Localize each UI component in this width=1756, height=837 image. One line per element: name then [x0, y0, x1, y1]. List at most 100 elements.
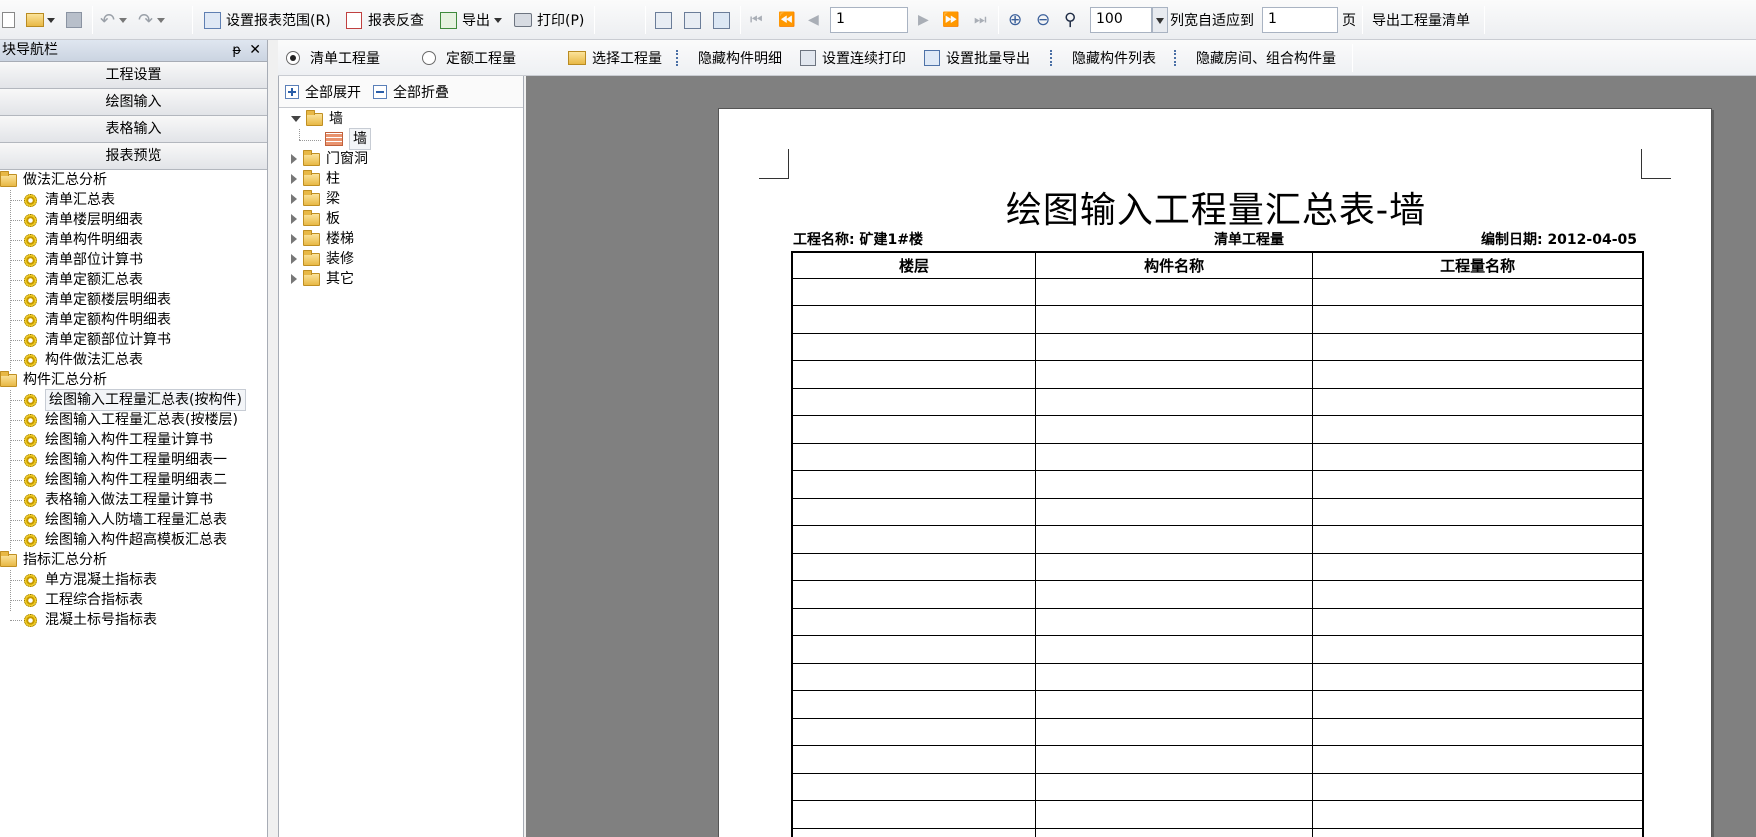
report-gear-icon [24, 313, 37, 327]
tree-node-decoration[interactable]: 装修 [291, 249, 354, 269]
radio-list-dot[interactable] [286, 51, 300, 65]
tree-group-component-summary[interactable]: 构件汇总分析 [0, 370, 107, 390]
expand-all-button[interactable]: 全部展开 [305, 82, 361, 102]
collapse-all-button[interactable]: 全部折叠 [393, 82, 449, 102]
batch-export-button[interactable]: 设置批量导出 [924, 40, 1030, 76]
table-cell [791, 552, 1036, 581]
tree-item[interactable]: 清单定额汇总表 [10, 270, 143, 290]
hide-detail-icon [676, 50, 690, 66]
expand-arrow-icon[interactable] [291, 234, 297, 244]
tree-item[interactable]: 清单定额楼层明细表 [10, 290, 171, 310]
reverse-check-button[interactable]: 报表反查 [346, 0, 424, 40]
tree-node-door-window[interactable]: 门窗洞 [291, 149, 368, 169]
prev-page-icon[interactable]: ◀ [808, 0, 819, 40]
print-button[interactable]: 打印(P) [514, 0, 584, 40]
fit-pages-input[interactable]: 1 [1262, 7, 1338, 33]
tree-node-slab[interactable]: 板 [291, 209, 340, 229]
pin-icon[interactable]: ᵽ [232, 40, 241, 61]
tree-leaf-wall[interactable]: 墙 [299, 128, 371, 150]
table-header-row: 楼层 构件名称 工程量名称 [791, 251, 1644, 279]
tree-item[interactable]: 清单部位计算书 [10, 250, 143, 270]
tree-item[interactable]: 清单构件明细表 [10, 230, 143, 250]
magnifier-icon[interactable]: ⚲ [1064, 0, 1076, 40]
expand-arrow-icon[interactable] [291, 254, 297, 264]
single-page-icon[interactable] [655, 0, 672, 40]
last-page-icon[interactable]: ⏭ [974, 0, 987, 40]
export-dropdown-icon[interactable] [494, 17, 502, 23]
tree-item[interactable]: 绘图输入构件工程量明细表二 [10, 470, 227, 490]
expand-arrow-icon[interactable] [291, 274, 297, 284]
multi-page-icon[interactable] [713, 0, 730, 40]
next-ten-page-icon[interactable]: ⏩ [942, 0, 959, 40]
reverse-check-label: 报表反查 [368, 13, 424, 29]
nav-button-drawing-input[interactable]: 绘图输入 [0, 89, 267, 116]
printer-icon [514, 13, 532, 27]
tree-node-other[interactable]: 其它 [291, 269, 354, 289]
table-cell [1312, 277, 1644, 306]
table-body [791, 277, 1644, 837]
new-icon[interactable] [2, 0, 15, 40]
next-page-icon[interactable]: ▶ [918, 0, 929, 40]
export-list-button[interactable]: 导出工程量清单 [1372, 0, 1470, 40]
tree-item[interactable]: 绘图输入人防墙工程量汇总表 [10, 510, 227, 530]
table-row [791, 745, 1644, 774]
first-page-icon[interactable]: ⏮ [750, 0, 763, 40]
radio-quota-quantity[interactable]: 定额工程量 [422, 40, 516, 76]
tree-item[interactable]: 清单定额部位计算书 [10, 330, 171, 350]
radio-quota-dot[interactable] [422, 51, 436, 65]
set-range-button[interactable]: 设置报表范围(R) [204, 0, 331, 40]
expand-arrow-icon[interactable] [291, 174, 297, 184]
nav-button-report-preview[interactable]: 报表预览 [0, 143, 267, 170]
page-number-input[interactable]: 1 [830, 7, 908, 33]
tree-node-wall[interactable]: 墙 [291, 109, 343, 129]
table-cell [1034, 800, 1314, 829]
export-button[interactable]: 导出 [440, 0, 502, 40]
tree-item[interactable]: 混凝土标号指标表 [10, 610, 157, 630]
save-icon[interactable] [66, 0, 82, 40]
nav-button-project-settings[interactable]: 工程设置 [0, 62, 267, 89]
radio-list-quantity[interactable]: 清单工程量 [286, 40, 380, 76]
zoom-dropdown-icon[interactable] [1152, 7, 1168, 33]
tree-item-selected[interactable]: 绘图输入工程量汇总表(按构件) [10, 389, 246, 411]
hide-room-button[interactable]: 隐藏房间、组合构件量 [1174, 40, 1336, 76]
open-icon[interactable] [26, 0, 55, 40]
tree-item[interactable]: 工程综合指标表 [10, 590, 143, 610]
export-label: 导出 [462, 13, 490, 29]
tree-group-index-summary[interactable]: 指标汇总分析 [0, 550, 107, 570]
tree-item[interactable]: 构件做法汇总表 [10, 350, 143, 370]
two-page-icon[interactable] [684, 0, 701, 40]
continuous-print-button[interactable]: 设置连续打印 [800, 40, 906, 76]
tree-item[interactable]: 绘图输入构件工程量明细表一 [10, 450, 227, 470]
nav-button-table-input[interactable]: 表格输入 [0, 116, 267, 143]
tree-item[interactable]: 绘图输入构件工程量计算书 [10, 430, 213, 450]
tree-item[interactable]: 绘图输入工程量汇总表(按楼层) [10, 410, 238, 430]
undo-icon[interactable]: ↶ [100, 0, 128, 40]
expand-arrow-icon[interactable] [291, 194, 297, 204]
report-gear-icon [24, 293, 37, 307]
redo-icon[interactable]: ↷ [138, 0, 166, 40]
select-quantity-button[interactable]: 选择工程量 [568, 40, 662, 76]
tree-item[interactable]: 清单楼层明细表 [10, 210, 143, 230]
close-icon[interactable]: ✕ [249, 40, 261, 61]
tree-item[interactable]: 绘图输入构件超高模板汇总表 [10, 530, 227, 550]
hide-detail-button[interactable]: 隐藏构件明细 [676, 40, 782, 76]
crop-mark [1641, 149, 1671, 179]
tree-item[interactable]: 清单汇总表 [10, 190, 115, 210]
tree-item[interactable]: 单方混凝土指标表 [10, 570, 157, 590]
hide-list-button[interactable]: 隐藏构件列表 [1050, 40, 1156, 76]
tree-node-beam[interactable]: 梁 [291, 189, 340, 209]
table-row [791, 305, 1644, 334]
report-preview-canvas[interactable]: 绘图输入工程量汇总表-墙 工程名称: 矿建1#楼 清单工程量 编制日期: 201… [526, 76, 1756, 837]
prev-ten-page-icon[interactable]: ⏪ [778, 0, 795, 40]
tree-item[interactable]: 清单定额构件明细表 [10, 310, 171, 330]
expand-arrow-icon[interactable] [291, 154, 297, 164]
tree-group-method-summary[interactable]: 做法汇总分析 [0, 170, 107, 190]
collapse-arrow-icon[interactable] [291, 116, 301, 122]
tree-node-stairs[interactable]: 楼梯 [291, 229, 354, 249]
zoom-out-icon[interactable]: ⊖ [1036, 0, 1050, 40]
zoom-input[interactable]: 100 [1090, 7, 1152, 33]
expand-arrow-icon[interactable] [291, 214, 297, 224]
tree-item[interactable]: 表格输入做法工程量计算书 [10, 490, 213, 510]
zoom-in-icon[interactable]: ⊕ [1008, 0, 1022, 40]
tree-node-column[interactable]: 柱 [291, 169, 340, 189]
